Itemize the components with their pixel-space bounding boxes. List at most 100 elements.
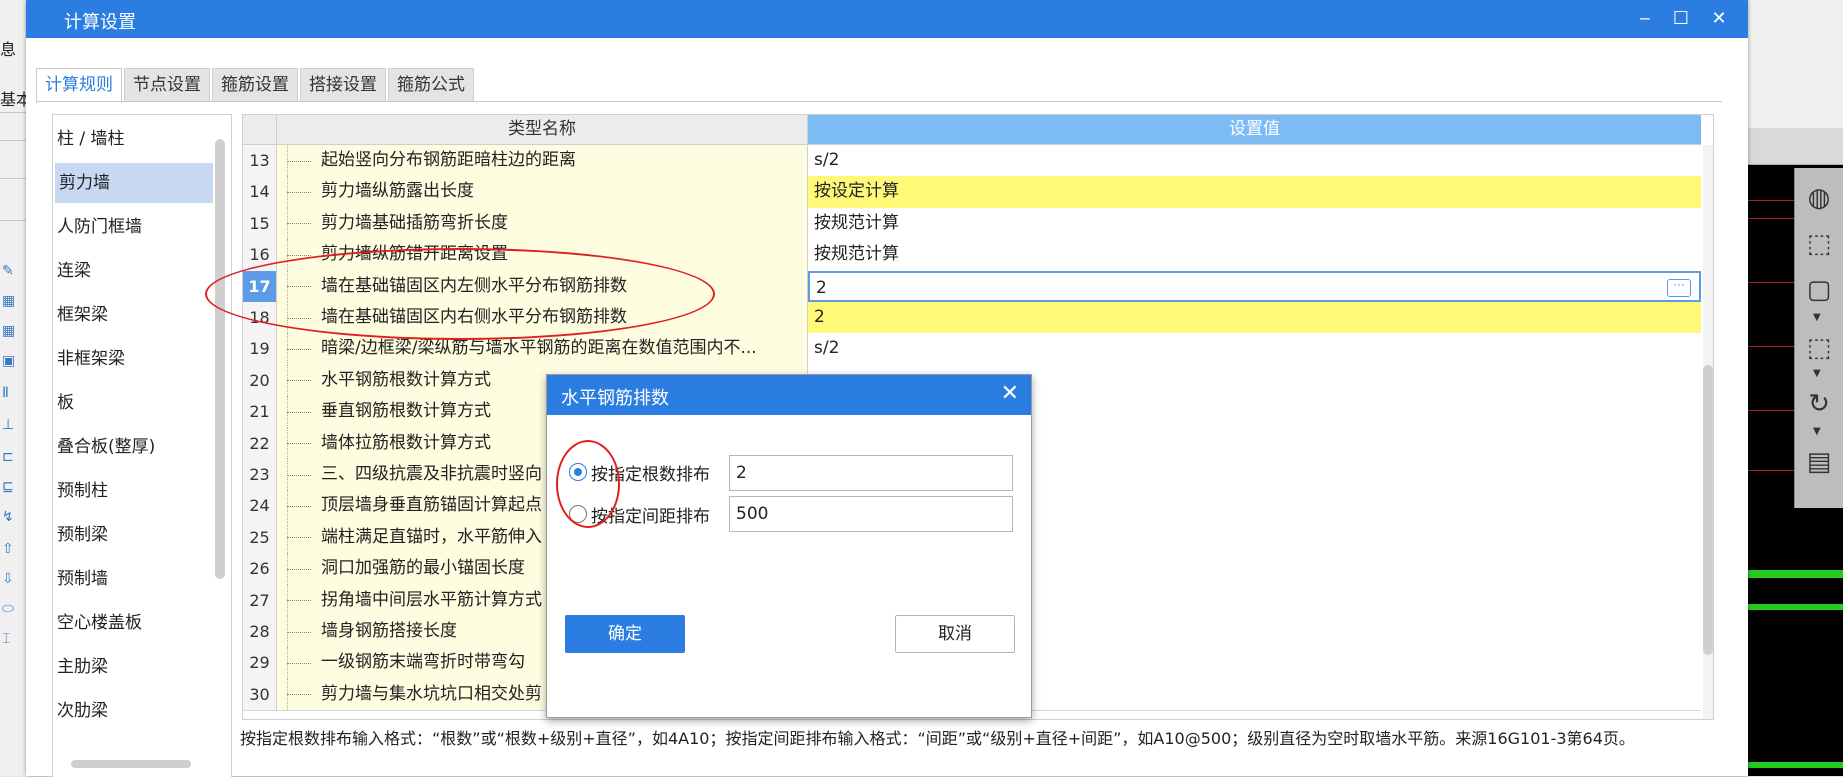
- radio-by-count[interactable]: [569, 463, 587, 481]
- row-number[interactable]: 21: [243, 396, 277, 428]
- tab-calc-rules[interactable]: 计算规则: [36, 68, 122, 103]
- row-number[interactable]: 22: [243, 427, 277, 459]
- spacing-input[interactable]: 500: [729, 496, 1013, 532]
- category-item[interactable]: 板: [53, 383, 213, 423]
- row-name-cell[interactable]: 起始竖向分布钢筋距暗柱边的距离: [277, 145, 808, 177]
- row-value-cell[interactable]: 按规范计算: [808, 239, 1701, 271]
- row-value-cell[interactable]: 2: [808, 302, 1701, 334]
- row-value-cell[interactable]: s/2: [808, 333, 1701, 365]
- row-number[interactable]: 14: [243, 176, 277, 208]
- category-item[interactable]: 预制墙: [53, 559, 213, 599]
- row-number[interactable]: 30: [243, 678, 277, 711]
- row-number[interactable]: 20: [243, 364, 277, 397]
- row-name-cell[interactable]: 剪力墙基础插筋弯折长度: [277, 207, 808, 240]
- table-row[interactable]: 15 剪力墙基础插筋弯折长度 按规范计算: [243, 207, 1701, 241]
- orbit-icon[interactable]: ◍: [1801, 180, 1837, 216]
- chevron-down-icon[interactable]: ▼: [1813, 426, 1821, 437]
- grid-scrollbar[interactable]: [1703, 145, 1713, 719]
- category-hscrollbar[interactable]: [71, 760, 191, 768]
- row-name-cell[interactable]: 墙在基础锚固区内左侧水平分布钢筋排数: [277, 270, 808, 302]
- box-view-icon[interactable]: ▢: [1801, 272, 1837, 308]
- rotate-icon[interactable]: ↻: [1801, 386, 1837, 422]
- tab-lap-settings[interactable]: 搭接设置: [300, 68, 386, 101]
- row-name-text: 暗梁/边框梁/梁纵筋与墙水平钢筋的距离在数值范围内不...: [321, 338, 757, 359]
- row-number[interactable]: 13: [243, 145, 277, 177]
- beam-tool-icon[interactable]: ⊏: [2, 448, 16, 466]
- category-item[interactable]: 连梁: [53, 251, 213, 291]
- row-number[interactable]: 16: [243, 239, 277, 271]
- row-number[interactable]: 17: [243, 270, 277, 302]
- tab-stirrup-settings[interactable]: 箍筋设置: [212, 68, 298, 101]
- row-number[interactable]: 28: [243, 616, 277, 648]
- maximize-button[interactable]: ☐: [1666, 6, 1696, 32]
- row-number[interactable]: 26: [243, 553, 277, 585]
- row-value-cell[interactable]: s/2: [808, 145, 1701, 177]
- option-by-spacing[interactable]: 按指定间距排布: [569, 495, 710, 533]
- row-name-text: 起始竖向分布钢筋距暗柱边的距离: [321, 150, 576, 170]
- row-number[interactable]: 23: [243, 459, 277, 491]
- grid-tool-icon[interactable]: ▦: [2, 292, 16, 310]
- column-tool-icon[interactable]: Ⅱ: [2, 384, 16, 402]
- tool-icon[interactable]: ⇧: [2, 540, 16, 558]
- category-item-selected[interactable]: 剪力墙: [55, 163, 213, 203]
- row-number[interactable]: 18: [243, 302, 277, 334]
- window-title: 计算设置: [64, 12, 136, 33]
- row-number[interactable]: 25: [243, 521, 277, 554]
- row-number[interactable]: 27: [243, 584, 277, 616]
- row-name-cell[interactable]: 墙在基础锚固区内右侧水平分布钢筋排数: [277, 302, 808, 334]
- table-row[interactable]: 18 墙在基础锚固区内右侧水平分布钢筋排数 2: [243, 302, 1701, 335]
- row-number[interactable]: 15: [243, 207, 277, 240]
- option-by-count[interactable]: 按指定根数排布: [569, 453, 710, 491]
- row-number[interactable]: 19: [243, 333, 277, 365]
- category-item[interactable]: 人防门框墙: [53, 207, 213, 247]
- tool-icon[interactable]: ↯: [2, 508, 16, 526]
- tab-node-settings[interactable]: 节点设置: [124, 68, 210, 101]
- category-item[interactable]: 空心楼盖板: [53, 603, 213, 643]
- grid-tool-icon[interactable]: ▣: [2, 352, 16, 370]
- table-row[interactable]: 19 暗梁/边框梁/梁纵筋与墙水平钢筋的距离在数值范围内不... s/2: [243, 333, 1701, 366]
- row-name-cell[interactable]: 剪力墙纵筋错开距离设置: [277, 239, 808, 271]
- cancel-button[interactable]: 取消: [895, 615, 1015, 653]
- row-name-cell[interactable]: 剪力墙纵筋露出长度: [277, 176, 808, 208]
- row-number[interactable]: 24: [243, 490, 277, 522]
- tab-stirrup-formula[interactable]: 箍筋公式: [388, 68, 474, 101]
- tool-icon[interactable]: ⌶: [2, 630, 16, 648]
- category-item[interactable]: 叠合板(整厚): [53, 427, 213, 467]
- category-item[interactable]: 框架梁: [53, 295, 213, 335]
- category-item[interactable]: 柱 / 墙柱: [53, 119, 213, 159]
- 3d-view-icon[interactable]: ⬚: [1801, 226, 1837, 262]
- count-input[interactable]: 2: [729, 455, 1013, 491]
- category-scrollbar[interactable]: [215, 139, 225, 579]
- row-name-cell[interactable]: 暗梁/边框梁/梁纵筋与墙水平钢筋的距离在数值范围内不...: [277, 333, 808, 365]
- category-item[interactable]: 预制梁: [53, 515, 213, 555]
- table-row[interactable]: 14 剪力墙纵筋露出长度 按设定计算: [243, 176, 1701, 209]
- wall-tool-icon[interactable]: ⊥: [2, 416, 16, 434]
- pencil-icon[interactable]: ✎: [2, 262, 16, 280]
- tool-icon[interactable]: ⇩: [2, 570, 16, 588]
- close-button[interactable]: ✕: [1704, 6, 1734, 32]
- category-item[interactable]: 次肋梁: [53, 691, 213, 731]
- category-item[interactable]: 预制柱: [53, 471, 213, 511]
- row-value-cell[interactable]: 按规范计算: [808, 207, 1701, 240]
- ok-button[interactable]: 确定: [565, 615, 685, 653]
- row-number[interactable]: 29: [243, 647, 277, 679]
- category-item[interactable]: 非框架梁: [53, 339, 213, 379]
- dialog-close-icon[interactable]: ✕: [1001, 381, 1019, 406]
- chevron-down-icon[interactable]: ▼: [1813, 312, 1821, 323]
- category-item[interactable]: 主肋梁: [53, 647, 213, 687]
- chevron-down-icon[interactable]: ▼: [1813, 368, 1821, 379]
- table-row[interactable]: 16 剪力墙纵筋错开距离设置 按规范计算: [243, 239, 1701, 272]
- table-row[interactable]: 17 墙在基础锚固区内左侧水平分布钢筋排数 2 ···: [243, 270, 1701, 303]
- stair-tool-icon[interactable]: ⊑: [2, 478, 16, 496]
- row-value-cell[interactable]: 按设定计算: [808, 176, 1701, 208]
- cube-view-icon[interactable]: ⬚: [1801, 330, 1837, 366]
- radio-by-spacing[interactable]: [569, 505, 587, 523]
- minimize-button[interactable]: ‒: [1630, 6, 1660, 32]
- layers-icon[interactable]: ▤: [1801, 444, 1837, 480]
- more-options-icon[interactable]: ···: [1667, 278, 1691, 297]
- table-row[interactable]: 13 起始竖向分布钢筋距暗柱边的距离 s/2: [243, 145, 1701, 178]
- grid-scrollbar-thumb[interactable]: [1703, 365, 1713, 655]
- tool-icon[interactable]: ⬭: [2, 600, 16, 618]
- row-value-editor[interactable]: 2 ···: [808, 270, 1701, 302]
- grid-tool-icon[interactable]: ▦: [2, 322, 16, 340]
